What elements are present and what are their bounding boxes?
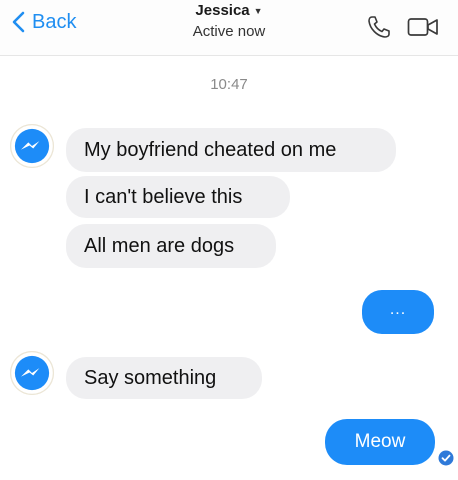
incoming-message[interactable]: Say something <box>66 357 262 399</box>
incoming-message[interactable]: All men are dogs <box>66 224 276 268</box>
messenger-icon <box>11 125 53 167</box>
chat-screen: Back Jessica ▼ Active now 10:47 My boyfr… <box>0 0 458 480</box>
contact-name-row: Jessica ▼ <box>195 2 262 19</box>
video-camera-icon[interactable] <box>407 16 439 38</box>
incoming-message[interactable]: My boyfriend cheated on me <box>66 128 396 172</box>
phone-icon[interactable] <box>366 14 392 40</box>
caret-down-icon: ▼ <box>253 5 263 16</box>
outgoing-message[interactable]: Meow <box>325 419 435 465</box>
chat-header: Back Jessica ▼ Active now <box>0 0 458 56</box>
incoming-message[interactable]: I can't believe this <box>66 176 290 218</box>
avatar[interactable] <box>10 124 54 168</box>
outgoing-message[interactable]: ... <box>362 290 434 334</box>
messenger-icon <box>11 352 53 394</box>
avatar[interactable] <box>10 351 54 395</box>
message-timestamp: 10:47 <box>210 76 248 93</box>
check-circle-icon <box>438 450 454 466</box>
contact-name: Jessica <box>195 2 250 19</box>
